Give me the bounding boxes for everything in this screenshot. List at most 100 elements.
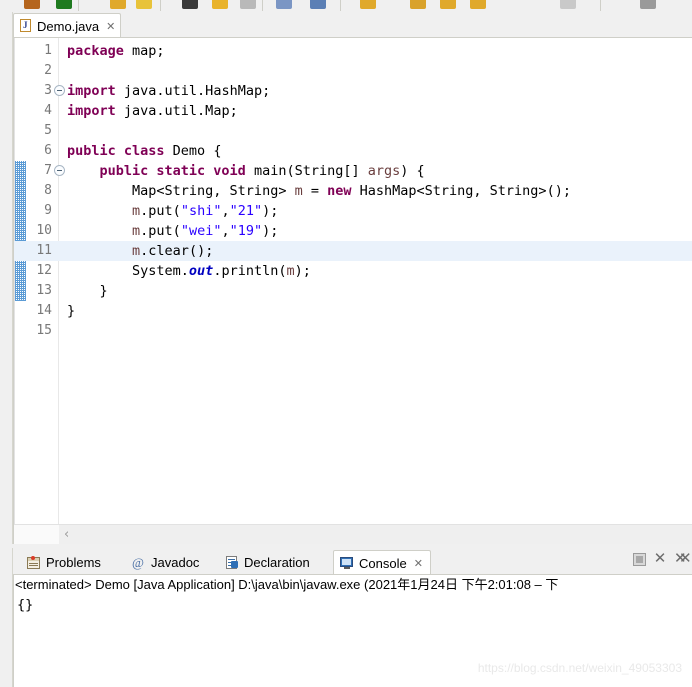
code-token: package	[67, 43, 124, 59]
remove-launch-button[interactable]: ✕	[653, 551, 667, 566]
code-token: new	[327, 183, 352, 199]
code-line[interactable]: 9 m.put("shi","21");	[14, 201, 692, 221]
run-icon[interactable]	[212, 0, 228, 9]
code-line[interactable]: 6 public class Demo {	[14, 141, 692, 161]
fold-collapse-icon[interactable]	[54, 165, 65, 176]
javadoc-at-icon: @	[132, 554, 144, 570]
tab-console[interactable]: Console ✕	[333, 550, 431, 575]
code-text: public class Demo {	[67, 141, 221, 161]
code-token: HashMap<String, String>();	[351, 183, 571, 199]
code-line[interactable]: 3 import java.util.HashMap;	[14, 81, 692, 101]
code-text: public static void main(String[] args) {	[67, 161, 425, 181]
new-icon[interactable]	[24, 0, 40, 9]
scroll-left-icon[interactable]: ‹	[64, 528, 69, 541]
code-token: );	[262, 203, 279, 219]
save-all-icon[interactable]	[56, 0, 72, 9]
back-icon[interactable]	[560, 0, 576, 9]
code-token: .println(	[213, 263, 287, 279]
close-icon[interactable]: ✕	[414, 557, 423, 570]
code-token: ,	[221, 223, 230, 239]
code-token: out	[188, 263, 214, 279]
code-text: m.put("shi","21");	[67, 201, 278, 221]
toolbar-separator	[160, 0, 161, 11]
toolbar-separator	[78, 0, 79, 11]
terminate-button[interactable]	[633, 552, 646, 566]
code-line[interactable]: 5	[14, 121, 692, 141]
code-token: Demo {	[164, 143, 222, 159]
tab-declaration[interactable]: Declaration	[219, 550, 317, 575]
code-line[interactable]: 4 import java.util.Map;	[14, 101, 692, 121]
code-token: import	[67, 83, 116, 99]
code-token: }	[67, 283, 108, 299]
debug-icon[interactable]	[182, 0, 198, 9]
code-line[interactable]: 13 }	[14, 281, 692, 301]
open-folder-icon[interactable]	[110, 0, 126, 9]
line-number: 6	[44, 143, 52, 158]
quick-fix-icon[interactable]	[136, 0, 152, 9]
editor-tab-demo-java[interactable]: J Demo.java ✕	[13, 13, 121, 38]
editor-horizontal-scrollbar[interactable]: ‹	[14, 524, 692, 544]
external-tools-icon[interactable]	[240, 0, 256, 9]
prev-annotation-icon[interactable]	[470, 0, 486, 9]
next-annotation-icon[interactable]	[440, 0, 456, 9]
code-line[interactable]: 7 public static void main(String[] args)…	[14, 161, 692, 181]
console-launch-header: <terminated> Demo [Java Application] D:\…	[15, 577, 559, 592]
code-line[interactable]: 15	[14, 321, 692, 341]
search-icon[interactable]	[410, 0, 426, 9]
toolbar-separator	[262, 0, 263, 11]
bottom-left-edge	[0, 548, 13, 687]
line-number: 12	[36, 263, 52, 278]
code-line[interactable]: 8 Map<String, String> m = new HashMap<St…	[14, 181, 692, 201]
declaration-icon	[225, 555, 239, 570]
line-number: 8	[44, 183, 52, 198]
code-line[interactable]: 10 m.put("wei","19");	[14, 221, 692, 241]
tab-declaration-label: Declaration	[244, 555, 310, 570]
code-token: ,	[221, 203, 230, 219]
line-number: 9	[44, 203, 52, 218]
tab-problems[interactable]: Problems	[21, 550, 108, 575]
new-java-project-icon[interactable]	[276, 0, 292, 9]
perspective-icon[interactable]	[640, 0, 656, 9]
code-token: java.util.HashMap;	[115, 83, 271, 99]
console-panel[interactable]: <terminated> Demo [Java Application] D:\…	[13, 575, 692, 687]
remove-all-terminated-button[interactable]: ✕ ✕	[674, 549, 692, 567]
code-lines: 1 package map; 2 3 import java.util.HashMap;…	[14, 38, 692, 524]
code-line[interactable]: 11 m.clear();	[14, 241, 692, 261]
line-number: 11	[36, 243, 52, 258]
code-text: }	[67, 281, 108, 301]
tab-javadoc[interactable]: @ Javadoc	[126, 550, 206, 575]
java-file-icon: J	[20, 19, 32, 33]
code-line[interactable]: 12 System.out.println(m);	[14, 261, 692, 281]
watermark: https://blog.csdn.net/weixin_49053303	[477, 661, 682, 675]
toolbar-separator	[340, 0, 341, 11]
code-token: );	[262, 223, 279, 239]
code-text: import java.util.Map;	[67, 101, 238, 121]
code-editor[interactable]: 1 package map; 2 3 import java.util.HashMap;…	[13, 38, 692, 544]
line-number: 3	[44, 83, 52, 98]
code-text: Map<String, String> m = new HashMap<Stri…	[67, 181, 571, 201]
code-token: m	[132, 243, 141, 259]
code-line[interactable]: 1 package map;	[14, 41, 692, 61]
code-token: public class	[67, 143, 165, 159]
code-text: m.put("wei","19");	[67, 221, 278, 241]
close-icon[interactable]: ✕	[106, 21, 115, 32]
code-token: Map<String, String>	[67, 183, 295, 199]
code-token: System.	[67, 263, 189, 279]
scrollbar-track[interactable]	[59, 525, 692, 544]
console-icon	[340, 556, 354, 570]
remove-all-glyph-b: ✕	[679, 549, 692, 567]
line-number: 15	[36, 323, 52, 338]
console-output: {}	[17, 597, 34, 613]
code-token: m	[132, 203, 141, 219]
code-line[interactable]: 2	[14, 61, 692, 81]
code-line[interactable]: 14}	[14, 301, 692, 321]
new-class-icon[interactable]	[310, 0, 326, 9]
fold-collapse-icon[interactable]	[54, 85, 65, 96]
tab-console-label: Console	[359, 555, 407, 571]
code-token: import	[67, 103, 116, 119]
bottom-view-stack: Problems @ Javadoc Declaration Console ✕	[0, 548, 692, 687]
new-package-icon[interactable]	[360, 0, 376, 9]
